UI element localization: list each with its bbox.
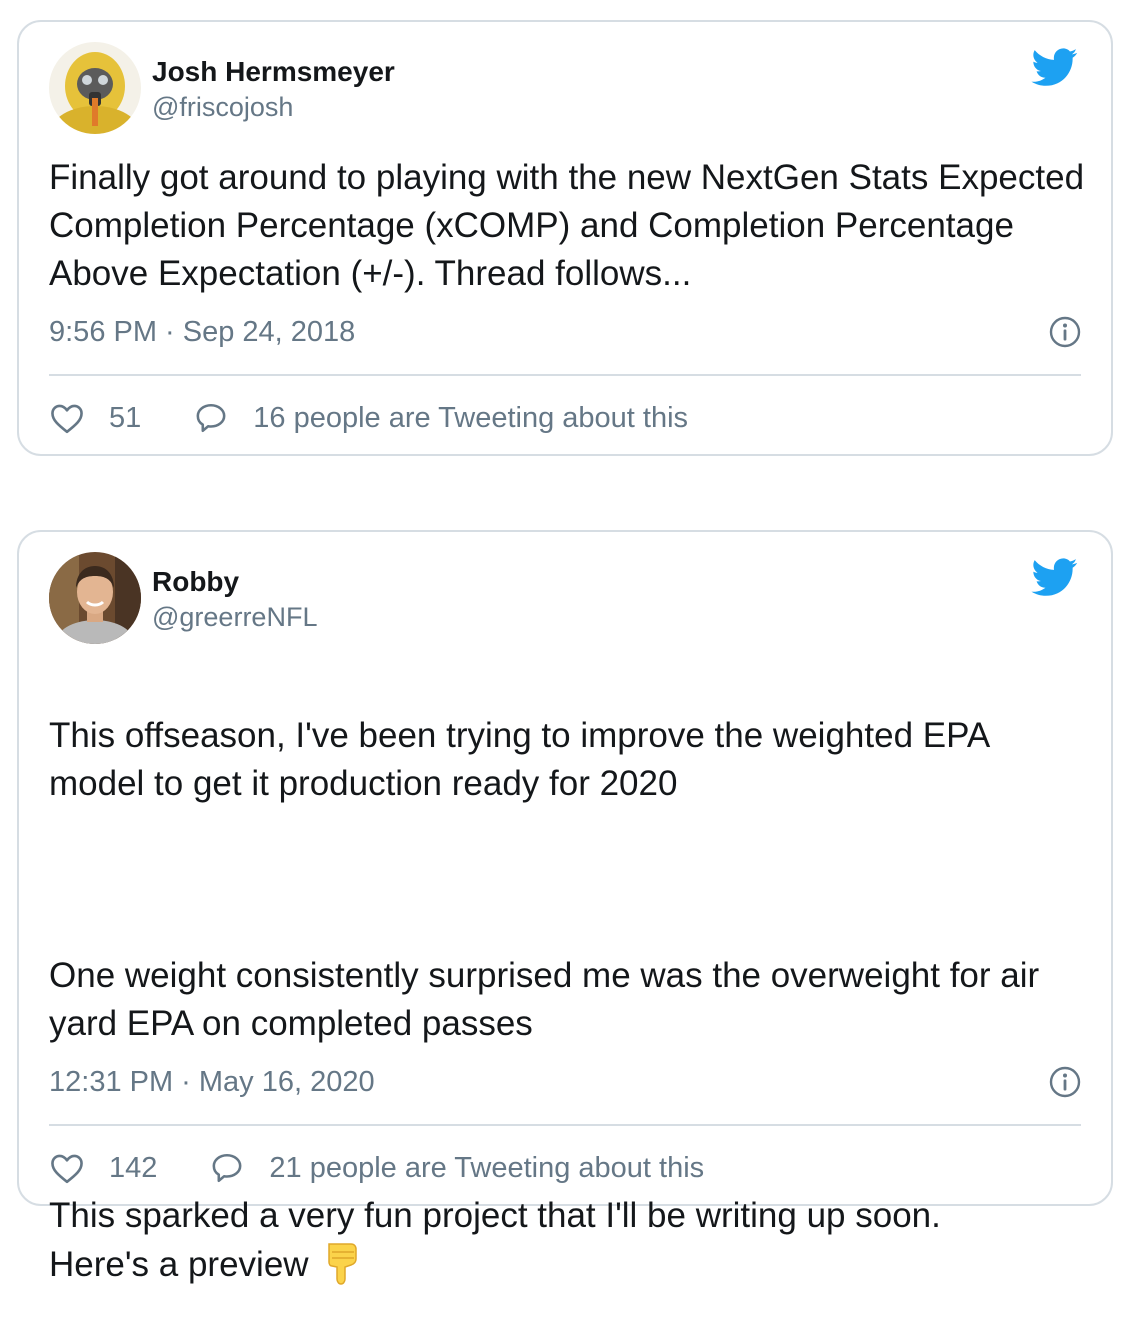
twitter-bird-icon[interactable] — [1029, 554, 1081, 600]
tweet-timestamp[interactable]: 12:31 PM · May 16, 2020 — [49, 1066, 375, 1099]
tweeting-about-text: 21 people are Tweeting about this — [269, 1151, 705, 1184]
author-name[interactable]: Josh Hermsmeyer — [152, 56, 395, 88]
pointing-down-emoji-icon — [327, 1243, 357, 1285]
avatar[interactable] — [49, 552, 141, 644]
heart-icon — [51, 1154, 83, 1184]
author-handle[interactable]: @friscojosh — [152, 92, 293, 123]
tweet-paragraph: One weight consistently surprised me was… — [49, 956, 1040, 1043]
tweet-actions: 142 21 people are Tweeting about this — [49, 1146, 1081, 1190]
tweet-card[interactable]: Robby @greerreNFL This offseason, I've b… — [17, 530, 1113, 1285]
avatar[interactable] — [49, 42, 141, 134]
tweet-text: Finally got around to playing with the n… — [49, 158, 1085, 293]
tweet-paragraph: This sparked a very fun project that I'l… — [49, 1196, 941, 1284]
twitter-bird-icon[interactable] — [1029, 44, 1081, 90]
like-count: 142 — [109, 1151, 158, 1184]
tweet-paragraph: This offseason, I've been trying to impr… — [49, 716, 989, 803]
tweet-timestamp[interactable]: 9:56 PM · Sep 24, 2018 — [49, 316, 355, 349]
like-button[interactable]: 142 — [49, 1152, 157, 1185]
like-count: 51 — [109, 401, 142, 434]
author-name[interactable]: Robby — [152, 566, 239, 598]
divider — [49, 1124, 1081, 1126]
like-button[interactable]: 51 — [49, 402, 141, 435]
info-icon[interactable] — [1049, 316, 1081, 348]
tweet-card[interactable]: Josh Hermsmeyer @friscojosh Finally got … — [17, 20, 1113, 456]
reply-button[interactable]: 21 people are Tweeting about this — [209, 1151, 704, 1185]
info-icon[interactable] — [1049, 1066, 1081, 1098]
reply-button[interactable]: 16 people are Tweeting about this — [193, 401, 688, 435]
heart-icon — [51, 404, 83, 434]
speech-bubble-icon — [196, 403, 226, 433]
tweeting-about-text: 16 people are Tweeting about this — [253, 401, 689, 434]
divider — [49, 374, 1081, 376]
tweet-actions: 51 16 people are Tweeting about this — [49, 396, 1081, 440]
author-handle[interactable]: @greerreNFL — [152, 602, 317, 633]
speech-bubble-icon — [212, 1153, 242, 1183]
tweet-text: This offseason, I've been trying to impr… — [49, 664, 1087, 1337]
